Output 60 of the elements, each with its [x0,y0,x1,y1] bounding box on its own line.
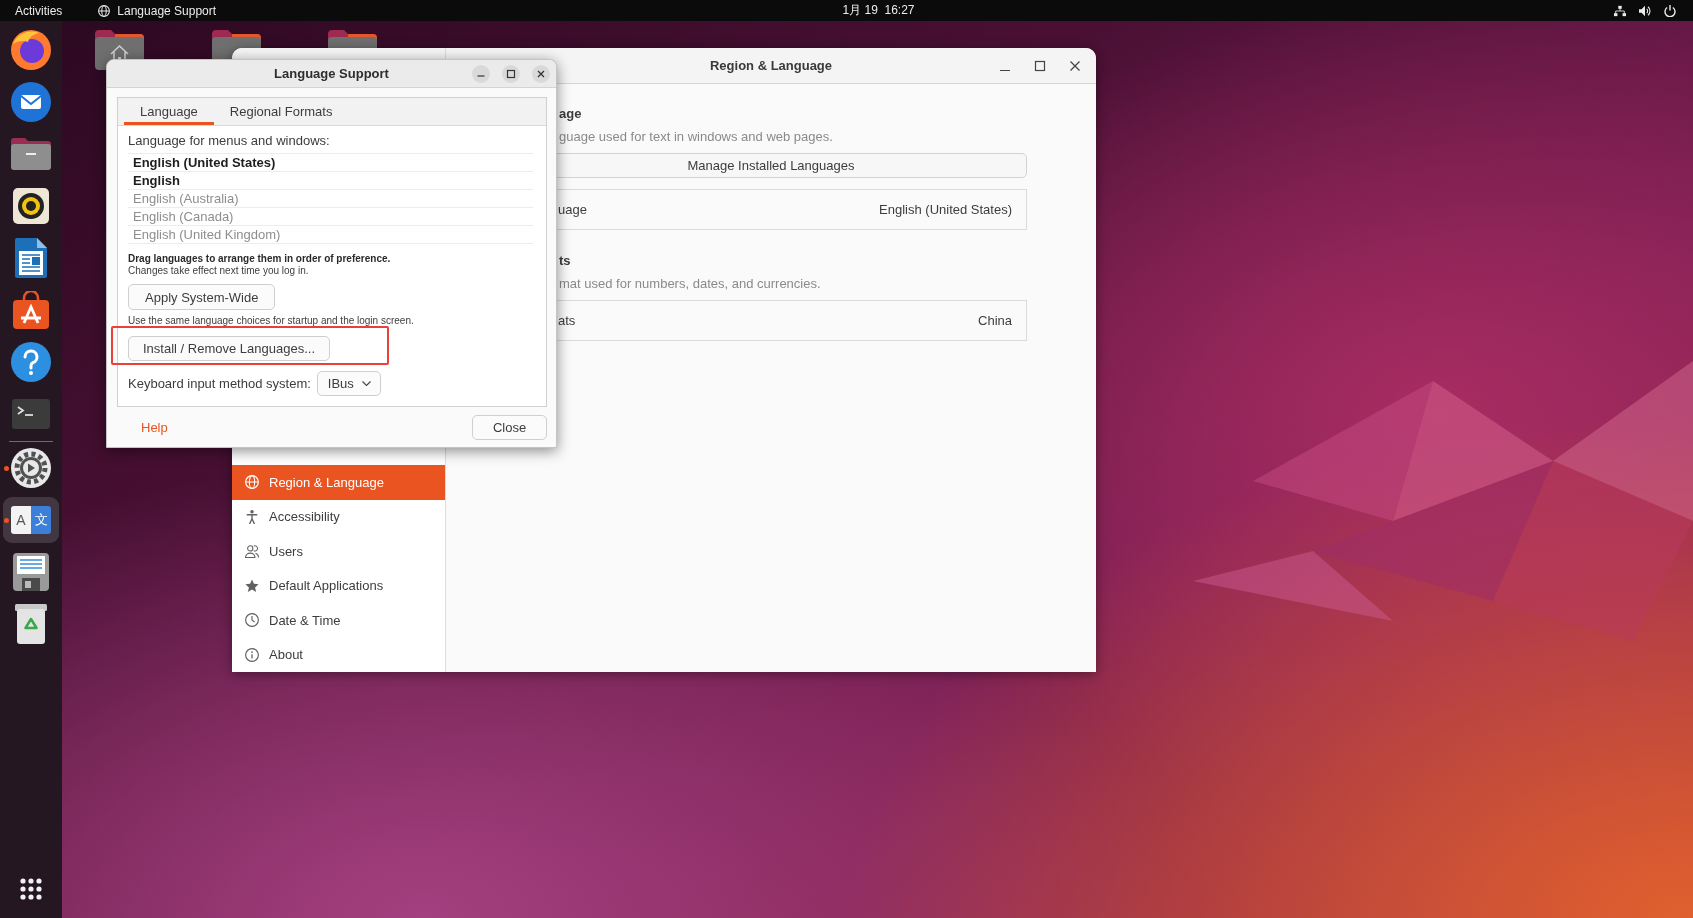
help-icon[interactable] [11,342,51,382]
power-icon[interactable] [1664,4,1676,17]
globe-icon [245,475,259,490]
hint-note: Changes take effect next time you log in. [128,265,309,276]
sidebar-item[interactable]: Users [232,534,445,569]
shopping-bag-icon[interactable] [13,291,49,329]
section-heading: age [559,106,583,122]
apply-note: Use the same language choices for startup and the login screen. [128,315,414,326]
minimize-icon[interactable] [472,64,490,83]
tab[interactable]: Regional Formats [213,98,349,125]
language-item[interactable]: English [128,172,533,190]
input-method-label: Keyboard input method system: [128,374,311,393]
list-label: Language for menus and windows: [128,132,330,150]
sidebar-item[interactable]: Accessibility [232,499,445,534]
section-heading: ts [559,253,572,269]
document-icon[interactable] [15,238,47,278]
users-icon [245,544,259,559]
app-grid-icon[interactable] [20,878,42,900]
language-item[interactable]: English (United States) [128,154,533,172]
trash-icon[interactable] [15,604,47,644]
app-menu[interactable]: Language Support [98,0,217,21]
globe-icon [98,4,111,17]
clock-icon [245,613,259,628]
close-icon[interactable] [1069,59,1081,72]
sidebar-item[interactable]: Region & Language [232,465,445,500]
activities-button[interactable]: Activities [15,0,63,21]
star-icon [245,578,259,593]
row-value: English (United States) [879,202,1012,217]
maximize-icon[interactable] [1034,59,1046,72]
sidebar-item[interactable]: Date & Time [232,603,445,638]
network-icon[interactable] [1614,4,1626,17]
active-app-tile[interactable]: A 文 [3,497,59,543]
envelope-icon[interactable] [11,82,51,122]
help-button[interactable]: Help [141,419,168,435]
window-title: Region & Language [709,58,833,73]
close-icon[interactable] [532,64,550,83]
section-description: guage used for text in windows and web pages. [559,129,834,145]
chevron-down-icon [361,381,371,386]
terminal-icon[interactable] [12,399,50,429]
close-button[interactable]: Close [472,414,547,440]
input-method-dropdown[interactable]: IBus [316,371,381,396]
swirl-globe-icon[interactable] [11,30,51,70]
info-icon [245,647,259,662]
dialog-title: Language Support [274,66,389,81]
clock[interactable]: 1月 19 16:27 [842,0,915,21]
row-label: uage [558,202,587,217]
row-label: ats [558,313,576,328]
speaker-icon[interactable] [13,188,49,224]
folder-icon[interactable] [11,138,51,170]
person-icon [245,509,259,524]
drag-hint: Drag languages to arrange them in order of preference. [128,253,391,265]
install-remove-languages-button[interactable]: Install / Remove Languages... [128,336,330,361]
settings-icon[interactable] [11,448,51,488]
sidebar-item[interactable]: About [232,637,445,672]
maximize-icon[interactable] [502,64,520,83]
volume-icon[interactable] [1639,4,1651,17]
sidebar-item[interactable]: Default Applications [232,568,445,603]
apply-system-wide-button[interactable]: Apply System-Wide [128,284,276,310]
section-description: mat used for numbers, dates, and currencies. [559,276,822,292]
row-value: China [978,313,1012,328]
